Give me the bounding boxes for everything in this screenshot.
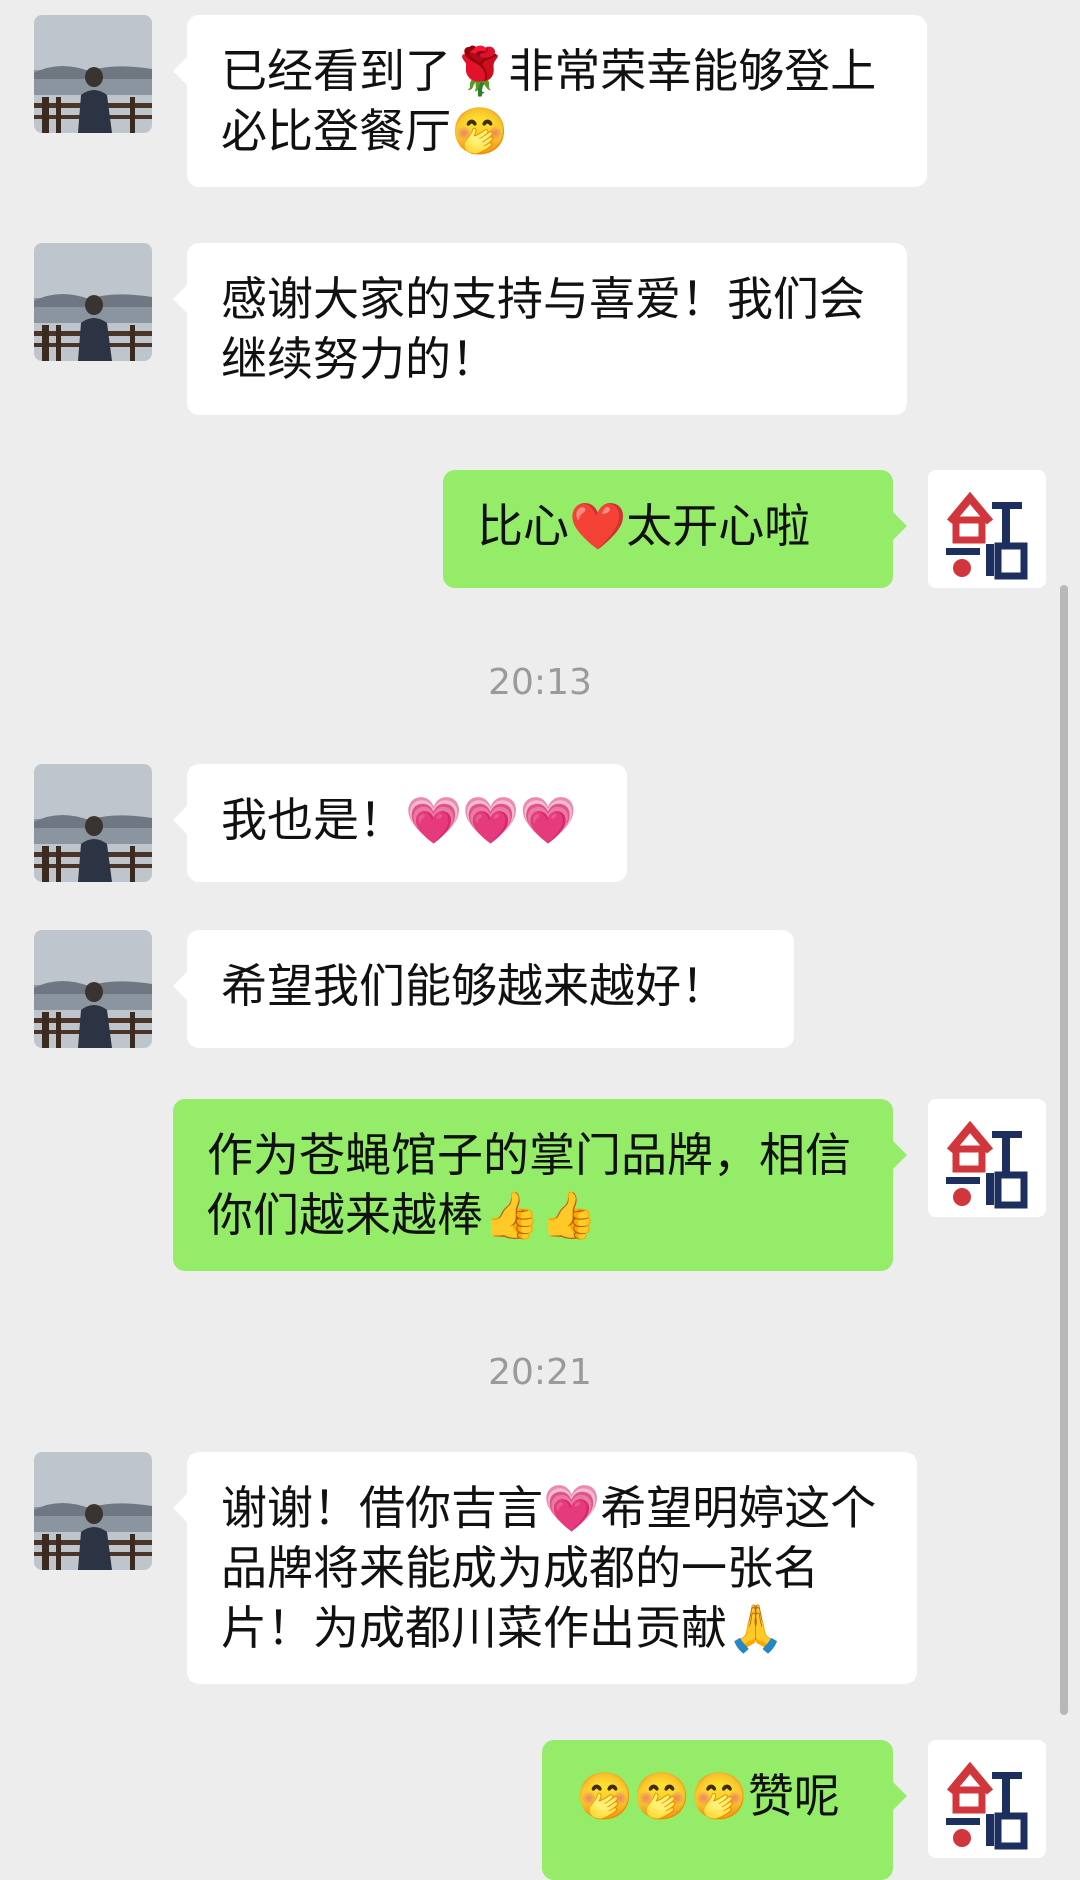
avatar-photo-icon (34, 1452, 152, 1570)
message-bubble[interactable]: 已经看到了🌹非常荣幸能够登上必比登餐厅🤭 (173, 15, 927, 187)
avatar-photo-icon (34, 930, 152, 1048)
timestamp: 20:21 (488, 1352, 592, 1393)
timestamp: 20:13 (488, 662, 592, 703)
brand-logo-icon (928, 470, 1046, 588)
message-bubble[interactable]: 🤭🤭🤭赞呢 (542, 1740, 907, 1880)
avatar-photo-icon (34, 243, 152, 361)
contact-avatar[interactable] (34, 764, 152, 882)
avatar-photo-icon (34, 764, 152, 882)
message-bubble[interactable]: 作为苍蝇馆子的掌门品牌，相信你们越来越棒👍👍 (173, 1099, 907, 1271)
message-bubble[interactable]: 感谢大家的支持与喜爱！我们会继续努力的！ (173, 243, 907, 415)
brand-avatar[interactable] (928, 1099, 1046, 1217)
contact-avatar[interactable] (34, 930, 152, 1048)
scrollbar[interactable] (1060, 585, 1068, 1715)
chat-window: 已经看到了🌹非常荣幸能够登上必比登餐厅🤭 感谢大家的支持与喜爱！我们会继续努力的… (0, 0, 1080, 1880)
brand-logo-icon (928, 1099, 1046, 1217)
message-bubble[interactable]: 谢谢！借你吉言💗希望明婷这个品牌将来能成为成都的一张名片！为成都川菜作出贡献🙏 (173, 1452, 917, 1684)
message-bubble[interactable]: 希望我们能够越来越好！ (173, 930, 794, 1048)
contact-avatar[interactable] (34, 243, 152, 361)
brand-avatar[interactable] (928, 1740, 1046, 1858)
contact-avatar[interactable] (34, 1452, 152, 1570)
contact-avatar[interactable] (34, 15, 152, 133)
avatar-photo-icon (34, 15, 152, 133)
message-bubble[interactable]: 我也是！💗💗💗 (173, 764, 627, 882)
message-bubble[interactable]: 比心❤️太开心啦 (443, 470, 907, 588)
brand-avatar[interactable] (928, 470, 1046, 588)
brand-logo-icon (928, 1740, 1046, 1858)
